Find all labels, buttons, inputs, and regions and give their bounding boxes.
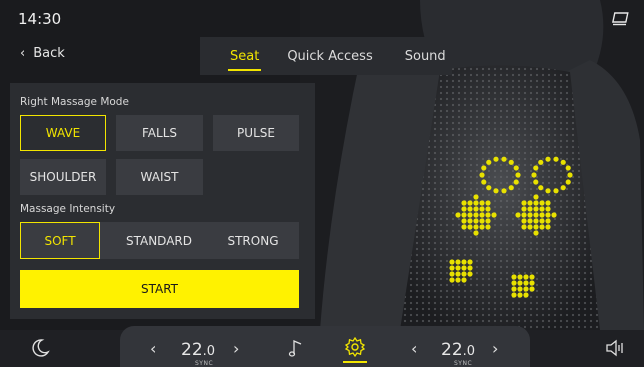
mode-pulse-button[interactable]: PULSE [213, 115, 299, 151]
mode-wave-button[interactable]: WAVE [20, 115, 106, 151]
temp-right-decrease-button[interactable]: ‹ [411, 339, 417, 358]
moon-icon[interactable] [30, 338, 50, 358]
back-label: Back [33, 46, 65, 61]
settings-active-indicator [343, 361, 367, 363]
volume-icon[interactable] [605, 339, 627, 357]
chevron-left-icon: ‹ [20, 46, 26, 61]
temp-left-increase-button[interactable]: › [233, 339, 239, 358]
mode-shoulder-button[interactable]: SHOULDER [20, 159, 106, 195]
back-button[interactable]: ‹ Back [20, 46, 65, 61]
mode-falls-button[interactable]: FALLS [116, 115, 203, 151]
clock: 14:30 [18, 10, 62, 28]
intensity-soft-button[interactable]: SOFT [20, 222, 100, 259]
intensity-standard-button[interactable]: STANDARD [114, 222, 204, 259]
music-note-icon[interactable] [288, 338, 306, 358]
gear-icon[interactable] [344, 336, 366, 358]
temp-right-increase-button[interactable]: › [492, 339, 498, 358]
tab-seat[interactable]: Seat [227, 37, 262, 75]
temp-left-display: 22.0 [181, 340, 216, 360]
temp-right-display: 22.0 [441, 340, 476, 360]
screen-icon[interactable] [612, 12, 630, 26]
sync-left-label: SYNC [195, 360, 214, 367]
intensity-title: Massage Intensity [20, 203, 116, 215]
tab-sound[interactable]: Sound [405, 37, 446, 75]
tab-quick-access[interactable]: Quick Access [287, 37, 372, 75]
temp-left-decrease-button[interactable]: ‹ [150, 339, 156, 358]
tab-bar: Seat Quick Access Sound [200, 37, 452, 75]
sync-right-label: SYNC [454, 360, 473, 367]
mode-title: Right Massage Mode [20, 96, 129, 108]
mode-waist-button[interactable]: WAIST [116, 159, 203, 195]
intensity-strong-button[interactable]: STRONG [210, 222, 296, 259]
start-button[interactable]: START [20, 270, 299, 308]
